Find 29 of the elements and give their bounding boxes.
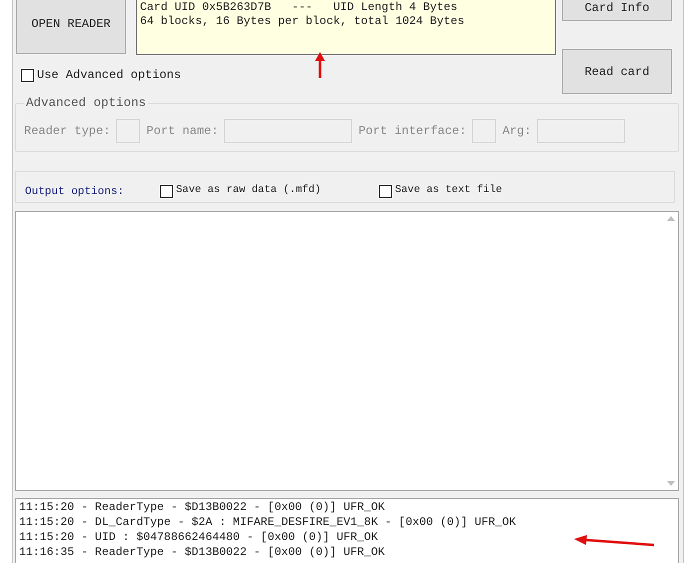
card-info-line: Card UID 0x5B263D7B --- UID Length 4 Bytes bbox=[140, 1, 458, 15]
field-label: Port interface: bbox=[358, 122, 466, 140]
group-title: Advanced options bbox=[25, 95, 148, 112]
output-options-label: Output options: bbox=[25, 184, 126, 200]
annotation-arrow-icon bbox=[574, 535, 654, 547]
card-info-button[interactable]: Card Info bbox=[562, 0, 672, 21]
input-field[interactable] bbox=[472, 118, 496, 143]
log-line: 11:15:20 - UID : $04788662464480 - [0x00 (0)] UFR_OK bbox=[19, 530, 378, 545]
scroll-down-icon[interactable] bbox=[667, 481, 675, 486]
field-label: Arg: bbox=[502, 122, 532, 140]
log-line: 11:15:20 - DL_CardType - $2A : MIFARE_DESFIRE_EV1_8K - [0x00 (0)] UFR_OK bbox=[19, 515, 516, 530]
checkbox-label: Use Advanced options bbox=[37, 67, 182, 84]
checkbox[interactable] bbox=[160, 184, 173, 198]
checkbox-label: Save as text file bbox=[394, 183, 502, 198]
log-line: 11:15:20 - ReaderType - $D13B0022 - [0x00 (0)] UFR_OK bbox=[19, 500, 385, 515]
scroll-up-icon[interactable] bbox=[667, 216, 675, 221]
read-card-button[interactable]: Read card bbox=[562, 49, 672, 94]
input-field[interactable] bbox=[116, 118, 140, 143]
checkbox[interactable] bbox=[21, 68, 34, 82]
field-label: Port name: bbox=[146, 122, 218, 140]
annotation-arrow-icon bbox=[315, 52, 326, 78]
checkbox[interactable] bbox=[378, 184, 392, 198]
card-info-line: 64 blocks, 16 Bytes per block, total 1024 Bytes bbox=[140, 15, 466, 29]
log-line: 11:16:35 - ReaderType - $D13B0022 - [0x00 (0)] UFR_OK bbox=[19, 545, 385, 560]
field-label: Reader type: bbox=[24, 122, 110, 140]
input-field[interactable] bbox=[537, 118, 626, 143]
input-field[interactable] bbox=[224, 118, 352, 143]
checkbox-label: Save as raw data (.mfd) bbox=[176, 183, 321, 198]
open-reader-button[interactable]: OPEN READER bbox=[16, 0, 126, 54]
